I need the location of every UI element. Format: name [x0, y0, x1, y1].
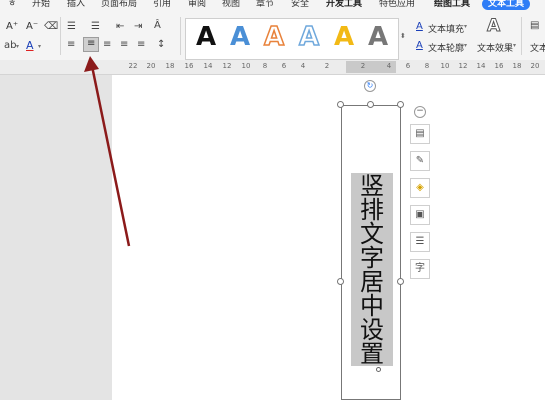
chevron-down-icon[interactable]: ▾: [513, 42, 516, 49]
wordart-style-orange-outline[interactable]: A: [263, 21, 285, 53]
tab-developer[interactable]: 开发工具: [326, 0, 362, 10]
document-page[interactable]: [112, 75, 545, 400]
ruler-tick: 18: [165, 62, 175, 70]
chevron-down-icon[interactable]: ▾: [464, 42, 467, 49]
tab-security[interactable]: 安全: [291, 0, 309, 10]
divider: [60, 17, 61, 55]
resize-handle-top-left[interactable]: [337, 101, 344, 108]
fill-bucket-icon[interactable]: ◈: [410, 178, 430, 198]
tab-drawing-tools[interactable]: 绘图工具: [434, 0, 470, 10]
outline-box-icon[interactable]: ▣: [410, 205, 430, 225]
ruler-tick: 4: [386, 62, 392, 70]
vertical-char: 置: [360, 340, 384, 368]
tab-view[interactable]: 视图: [222, 0, 240, 10]
ruler-tick: 12: [222, 62, 232, 70]
tab-page-layout[interactable]: 页面布局: [101, 0, 137, 10]
text-effect-icon[interactable]: 字: [410, 259, 430, 279]
ruler-tick: 18: [512, 62, 522, 70]
eraser-icon[interactable]: ⌫: [44, 21, 58, 32]
text-outline-button[interactable]: 文本轮廓: [428, 41, 464, 54]
increase-indent-icon[interactable]: ⇥: [134, 21, 142, 32]
tab-references[interactable]: 引用: [153, 0, 171, 10]
align-left-icon[interactable]: ≡: [67, 39, 75, 50]
wordart-style-blue-outline[interactable]: A: [298, 21, 320, 53]
decrease-indent-icon[interactable]: ⇤: [116, 21, 124, 32]
ruler-tick: 6: [405, 62, 411, 70]
resize-handle-left[interactable]: [337, 278, 344, 285]
wordart-style-black[interactable]: A: [196, 22, 216, 52]
ruler-tick: 20: [530, 62, 540, 70]
resize-handle-right[interactable]: [397, 278, 404, 285]
ruler-tick: 8: [262, 62, 268, 70]
ruler-tick: 14: [203, 62, 213, 70]
rotate-handle[interactable]: ↻: [364, 80, 376, 92]
align-justify-icon[interactable]: ≡: [120, 39, 128, 50]
resize-handle-top[interactable]: [367, 101, 374, 108]
tab-insert[interactable]: 插入: [67, 0, 85, 10]
text-cursor-marker: [376, 367, 381, 372]
line-spacing-icon[interactable]: ↕: [157, 39, 165, 50]
divider: [180, 17, 181, 55]
annotation-arrow: [84, 56, 131, 247]
wordart-style-gallery[interactable]: A A A A A A: [185, 18, 399, 60]
ruler-tick: 2: [324, 62, 330, 70]
tab-chapter[interactable]: 章节: [256, 0, 274, 10]
align-center-icon: ≡: [87, 38, 96, 49]
divider: [521, 17, 522, 55]
vertical-char: 排: [360, 196, 384, 224]
text-direction-icon[interactable]: Â: [154, 20, 161, 31]
distributed-align-icon[interactable]: ≡: [137, 39, 145, 50]
vertical-char: 中: [360, 292, 384, 320]
ruler-tick: 12: [458, 62, 468, 70]
collapse-icon[interactable]: −: [414, 106, 426, 118]
ribbon-tab-bar: ㅎ 开始 插入 页面布局 引用 审阅 视图 章节 安全 开发工具 特色应用 绘图…: [0, 0, 545, 12]
selected-vertical-text[interactable]: 竖 排 文 字 居 中 设 置: [351, 173, 393, 366]
text-effect-icon[interactable]: A: [486, 16, 500, 37]
tab-review[interactable]: 审阅: [188, 0, 206, 10]
ruler-tick: 16: [494, 62, 504, 70]
bullet-list-icon[interactable]: ☰: [67, 21, 76, 32]
font-grow-button[interactable]: A⁺: [6, 21, 18, 32]
ruler-tick: 20: [146, 62, 156, 70]
ruler-tick: 10: [440, 62, 450, 70]
text-box-button[interactable]: 文本: [530, 41, 545, 54]
chevron-down-icon[interactable]: ▾: [16, 43, 19, 50]
vertical-char: 居: [360, 268, 384, 296]
ruler-tick: 6: [281, 62, 287, 70]
ruler-tick: 16: [184, 62, 194, 70]
tab-menu[interactable]: ㅎ: [8, 0, 16, 10]
ruler-tick: 8: [424, 62, 430, 70]
vertical-char: 文: [360, 220, 384, 248]
text-effect-button[interactable]: 文本效果: [477, 41, 513, 54]
gallery-more-icon[interactable]: ⬍: [400, 32, 406, 40]
numbered-list-icon[interactable]: ☰: [91, 21, 100, 32]
ruler-tick: 2: [360, 62, 366, 70]
vertical-char: 字: [360, 244, 384, 272]
tab-features[interactable]: 特色应用: [379, 0, 415, 10]
vertical-char: 设: [360, 316, 384, 344]
wordart-style-gray[interactable]: A: [368, 22, 388, 52]
tab-home[interactable]: 开始: [32, 0, 50, 10]
font-shrink-button[interactable]: A⁻: [26, 21, 38, 32]
text-fill-button[interactable]: 文本填充: [428, 22, 464, 35]
resize-handle-top-right[interactable]: [397, 101, 404, 108]
wordart-style-gold[interactable]: A: [334, 22, 354, 52]
vertical-char: 竖: [360, 172, 384, 200]
layout-options-icon[interactable]: ▤: [410, 124, 430, 144]
ruler-tick: 4: [300, 62, 306, 70]
text-box-icon[interactable]: ▤: [530, 20, 539, 31]
pen-icon[interactable]: ✎: [410, 151, 430, 171]
wordart-style-blue[interactable]: A: [230, 22, 250, 52]
ruler-tick: 10: [241, 62, 251, 70]
text-wrap-icon[interactable]: ☰: [410, 232, 430, 252]
chevron-down-icon[interactable]: ▾: [38, 43, 41, 50]
chevron-down-icon[interactable]: ▾: [464, 23, 467, 30]
ruler-tick: 14: [476, 62, 486, 70]
font-color-button[interactable]: A: [26, 39, 34, 52]
highlight-icon[interactable]: ab: [4, 40, 16, 51]
text-outline-icon[interactable]: A: [416, 40, 423, 51]
tab-text-tools[interactable]: 文本工具: [482, 0, 531, 10]
align-right-icon[interactable]: ≡: [103, 39, 111, 50]
text-fill-icon[interactable]: A: [416, 21, 423, 32]
